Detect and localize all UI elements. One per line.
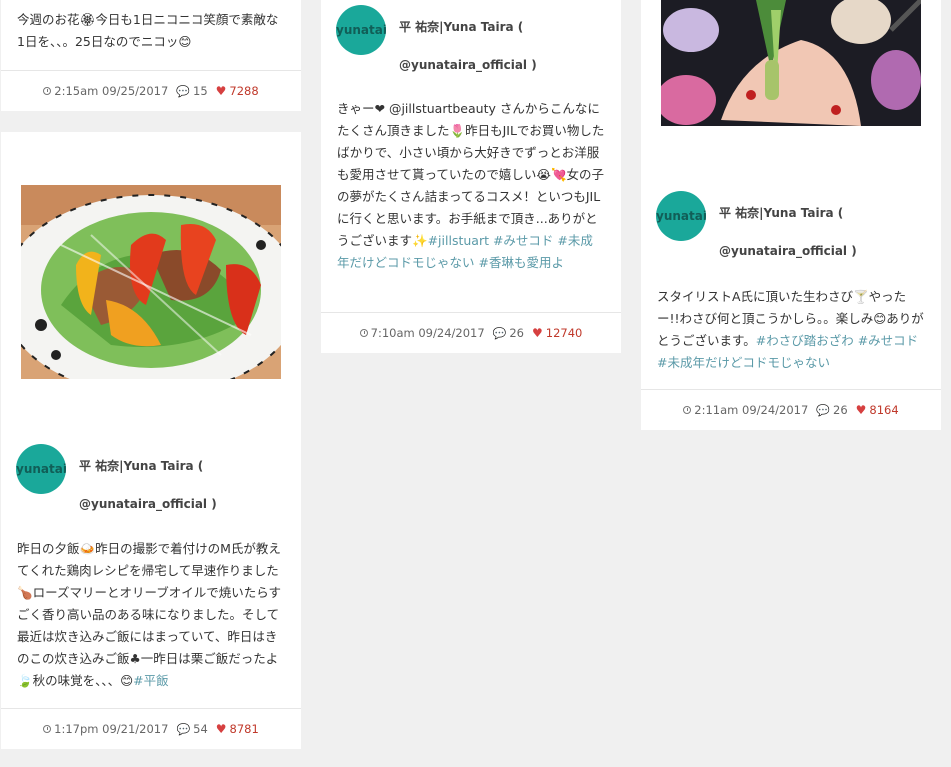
comments-count[interactable]: 💬 54 bbox=[176, 722, 207, 736]
avatar[interactable]: yunatai bbox=[656, 191, 706, 241]
comment-icon: 💬 bbox=[176, 84, 191, 98]
timestamp: 2:15am 09/25/2017 bbox=[43, 84, 168, 98]
clock-icon bbox=[43, 87, 52, 95]
author-handle[interactable]: @yunataira_official ) bbox=[399, 58, 537, 72]
post-meta: 2:15am 09/25/2017 💬 15 ♥ 7288 bbox=[1, 70, 301, 111]
author-name[interactable]: 平 祐奈|Yuna Taira ( bbox=[719, 204, 843, 221]
heart-icon: ♥ bbox=[215, 722, 227, 736]
comments-count[interactable]: 💬 26 bbox=[493, 326, 524, 340]
comment-icon: 💬 bbox=[176, 722, 191, 736]
post-caption: 昨日の夕飯🍛昨日の撮影で着付けのM氏が教えてくれた鶏肉レシピを帰宅して早速作りま… bbox=[17, 541, 281, 688]
timestamp: 1:17pm 09/21/2017 bbox=[43, 722, 168, 736]
wasabi-photo-illustration bbox=[661, 0, 921, 126]
heart-icon: ♥ bbox=[215, 84, 227, 98]
post-meta: 7:10am 09/24/2017 💬 26 ♥ 12740 bbox=[321, 312, 621, 353]
post-meta: 2:11am 09/24/2017 💬 26 ♥ 8164 bbox=[641, 389, 941, 430]
clock-icon bbox=[43, 725, 52, 733]
author-name[interactable]: 平 祐奈|Yuna Taira ( bbox=[399, 18, 523, 35]
clock-icon bbox=[683, 406, 692, 414]
timestamp: 2:11am 09/24/2017 bbox=[683, 403, 808, 417]
post-meta: 1:17pm 09/21/2017 💬 54 ♥ 8781 bbox=[1, 708, 301, 749]
comment-icon: 💬 bbox=[492, 326, 507, 340]
post-card: 今週のお花🏵今日も1日ニコニコ笑顔で素敵な1日を、、。25日なのでニコッ😊 2:… bbox=[1, 0, 301, 111]
clock-icon bbox=[359, 329, 368, 337]
post-card: yunatai 平 祐奈|Yuna Taira ( @yunataira_off… bbox=[321, 0, 621, 353]
heart-icon: ♥ bbox=[532, 326, 543, 340]
likes-count[interactable]: ♥ 8781 bbox=[216, 722, 259, 736]
salad-photo-illustration bbox=[21, 185, 281, 379]
author-handle[interactable]: @yunataira_official ) bbox=[79, 497, 217, 511]
heart-icon: ♥ bbox=[855, 403, 867, 417]
likes-count[interactable]: ♥ 7288 bbox=[216, 84, 259, 98]
timestamp: 7:10am 09/24/2017 bbox=[359, 326, 485, 340]
post-caption: きゃー❤ @jillstuartbeauty さんからこんなにたくさん頂きました… bbox=[337, 101, 605, 270]
comments-count[interactable]: 💬 15 bbox=[176, 84, 207, 98]
avatar[interactable]: yunatai bbox=[16, 444, 66, 494]
comments-count[interactable]: 💬 26 bbox=[816, 403, 847, 417]
post-caption: 今週のお花🏵今日も1日ニコニコ笑顔で素敵な1日を、、。25日なのでニコッ😊 bbox=[17, 12, 279, 49]
comment-icon: 💬 bbox=[816, 403, 831, 417]
author-name[interactable]: 平 祐奈|Yuna Taira ( bbox=[79, 457, 203, 474]
post-card: yunatai 平 祐奈|Yuna Taira ( @yunataira_off… bbox=[641, 0, 941, 430]
likes-count[interactable]: ♥ 12740 bbox=[532, 326, 582, 340]
author-handle[interactable]: @yunataira_official ) bbox=[719, 244, 857, 258]
post-card: yunatai 平 祐奈|Yuna Taira ( @yunataira_off… bbox=[1, 132, 301, 749]
hashtag-link[interactable]: #平飯 bbox=[133, 673, 168, 688]
avatar[interactable]: yunatai bbox=[336, 5, 386, 55]
post-caption: スタイリストA氏に頂いた生わさび🍸やったー!!わさび何と頂こうかしら。。楽しみ😊… bbox=[657, 289, 924, 370]
post-photo[interactable] bbox=[661, 0, 921, 126]
post-photo[interactable] bbox=[21, 185, 281, 379]
likes-count[interactable]: ♥ 8164 bbox=[856, 403, 899, 417]
